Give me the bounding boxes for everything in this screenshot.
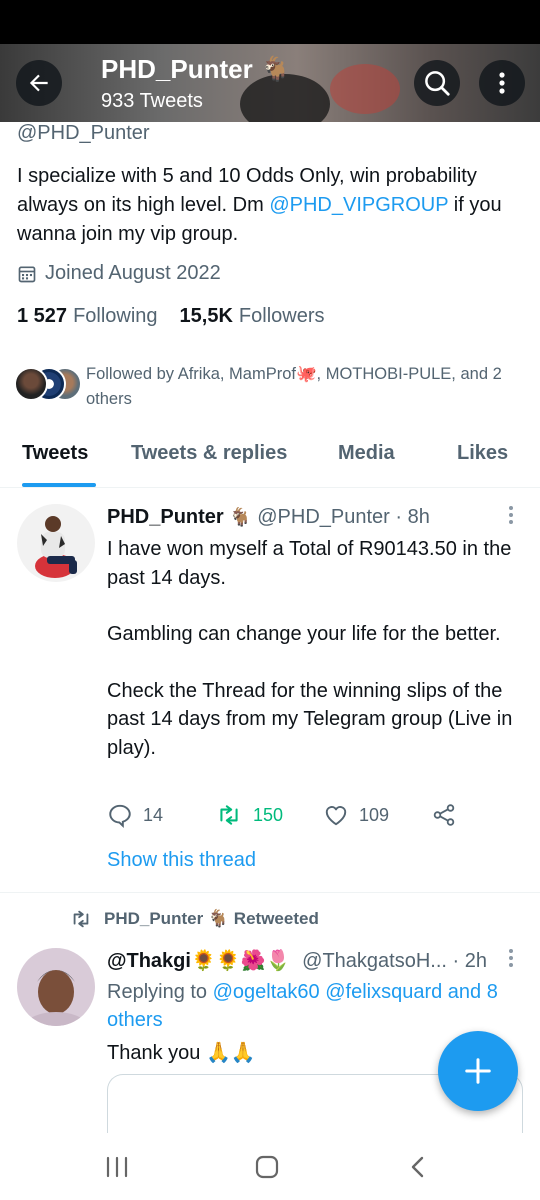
tweet-header: @Thakgi🌻🌻🌺🌷 @ThakgatsoH... · 2h — [107, 948, 487, 973]
like-icon — [325, 806, 347, 826]
back-button[interactable] — [16, 60, 62, 106]
more-options-button[interactable] — [479, 60, 525, 106]
tab-media[interactable]: Media — [338, 442, 395, 465]
profile-tabs: Tweets Tweets & replies Media Likes — [0, 430, 540, 488]
retweet-icon — [73, 910, 89, 928]
retweeted-by-text: PHD_Punter 🐐 Retweeted — [104, 909, 319, 928]
avatar[interactable] — [17, 504, 95, 582]
followers-label: Followers — [238, 305, 325, 327]
reply-icon — [109, 804, 131, 828]
tweet-handle-time: @PHD_Punter · 8h — [257, 506, 430, 528]
tweet-more-button[interactable] — [501, 503, 521, 527]
header-name: PHD_Punter — [101, 54, 253, 84]
show-thread-link[interactable]: Show this thread — [107, 849, 256, 872]
more-vertical-icon — [509, 506, 513, 524]
following-label: Following — [73, 305, 158, 327]
header-title: PHD_Punter 🐐 — [101, 54, 291, 85]
more-vertical-icon — [509, 949, 513, 967]
followed-by[interactable]: Followed by Afrika, MamProf🐙, MOTHOBI-PU… — [14, 362, 534, 412]
like-button[interactable]: 109 — [323, 802, 389, 828]
followers-link[interactable]: 15,5K Followers — [180, 305, 325, 328]
following-link[interactable]: 1 527 Following — [17, 305, 158, 328]
compose-tweet-button[interactable] — [438, 1031, 518, 1111]
tweet-paragraph: Check the Thread for the winning slips o… — [107, 679, 513, 759]
tweet-actions: 14 150 109 — [107, 802, 527, 832]
retweet-button[interactable]: 150 — [215, 802, 283, 828]
nav-home-icon[interactable] — [254, 1155, 280, 1179]
tweet-paragraph: Gambling can change your life for the be… — [107, 623, 501, 645]
tweet-paragraph: I have won myself a Total of R90143.50 i… — [107, 538, 512, 589]
compose-plus-icon — [465, 1058, 491, 1084]
joined-date: Joined August 2022 — [17, 262, 221, 285]
search-icon — [425, 71, 450, 96]
tab-tweets[interactable]: Tweets — [22, 442, 88, 465]
tweet-author-name[interactable]: PHD_Punter — [107, 506, 224, 528]
bio-mention-link[interactable]: @PHD_VIPGROUP — [269, 194, 448, 216]
goat-emoji: 🐐 — [260, 56, 291, 83]
tab-likes[interactable]: Likes — [457, 442, 508, 465]
goat-emoji: 🐐 — [229, 507, 252, 527]
nav-back-icon[interactable] — [408, 1155, 428, 1179]
followed-by-text: Followed by Afrika, MamProf🐙, MOTHOBI-PU… — [86, 365, 502, 408]
retweet-count: 150 — [253, 804, 284, 825]
profile-header: PHD_Punter 🐐 933 Tweets — [0, 44, 540, 122]
active-tab-indicator — [22, 483, 96, 487]
tab-tweets-replies[interactable]: Tweets & replies — [131, 442, 287, 465]
back-arrow-icon — [29, 74, 48, 92]
tweet-handle-time: @ThakgatsoH... · 2h — [302, 950, 487, 972]
like-count: 109 — [359, 804, 390, 825]
system-nav-bar — [0, 1133, 540, 1200]
share-icon — [433, 804, 455, 826]
more-vertical-icon — [499, 72, 505, 94]
reply-button[interactable]: 14 — [107, 802, 163, 828]
status-bar — [0, 0, 540, 44]
calendar-icon — [18, 266, 36, 282]
profile-handle: @PHD_Punter — [17, 122, 150, 144]
share-button[interactable] — [431, 802, 457, 828]
followers-count: 15,5K — [179, 305, 233, 327]
header-banner-shape — [330, 64, 400, 114]
tweet-more-button[interactable] — [501, 946, 521, 970]
joined-text: Joined August 2022 — [45, 262, 221, 284]
tweet-header: PHD_Punter 🐐 @PHD_Punter · 8h — [107, 506, 430, 529]
tweet-count: 933 Tweets — [101, 90, 203, 112]
tweet[interactable]: PHD_Punter 🐐 @PHD_Punter · 8h I have won… — [0, 489, 540, 893]
retweet-icon — [220, 805, 238, 825]
following-count: 1 527 — [17, 305, 68, 327]
replying-to-prefix: Replying to — [107, 981, 213, 1003]
reply-count: 14 — [143, 804, 164, 825]
avatar[interactable] — [17, 948, 95, 1026]
tweet-body: Thank you 🙏🙏 — [107, 1042, 256, 1064]
avatar — [14, 367, 48, 401]
follow-stats: 1 527 Following 15,5K Followers — [17, 305, 325, 328]
tweet-author-name[interactable]: @Thakgi🌻🌻🌺🌷 — [107, 950, 291, 972]
nav-recents-icon[interactable] — [104, 1156, 130, 1178]
retweeted-indicator: PHD_Punter 🐐 Retweeted — [68, 908, 319, 930]
search-button[interactable] — [414, 60, 460, 106]
tweet-body: I have won myself a Total of R90143.50 i… — [107, 535, 522, 762]
profile-bio: I specialize with 5 and 10 Odds Only, wi… — [17, 162, 522, 249]
replying-to: Replying to @ogeltak60 @felixsquard and … — [107, 978, 527, 1034]
mutual-avatars — [14, 367, 84, 401]
